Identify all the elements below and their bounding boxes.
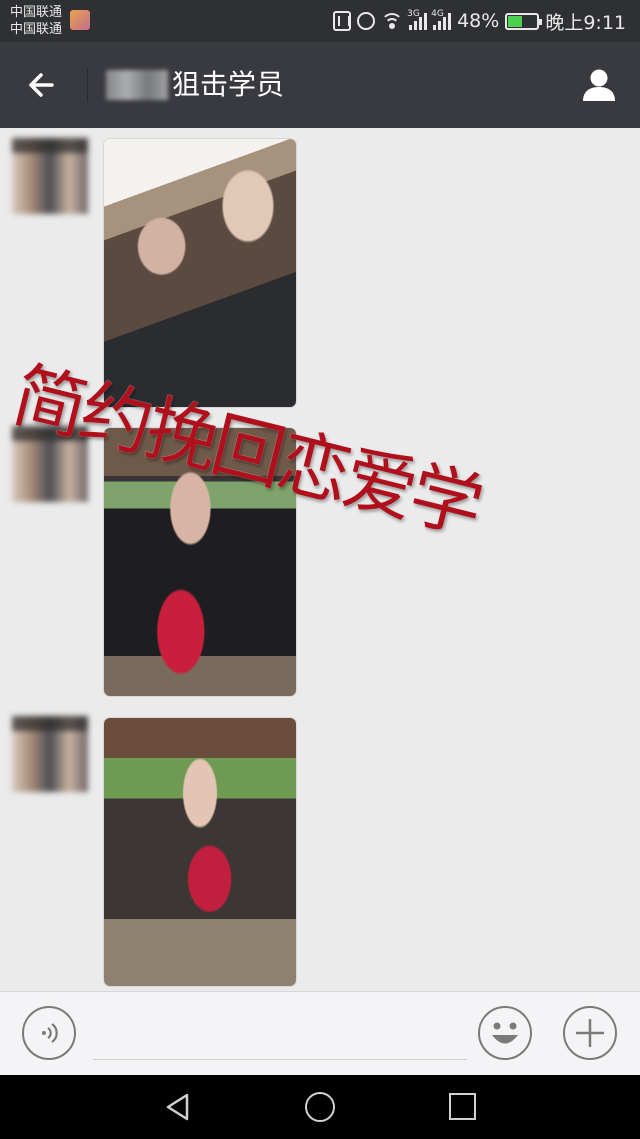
network-type-label: 3G (407, 9, 420, 19)
nav-home-icon[interactable] (305, 1092, 335, 1122)
status-icons: 3G 4G 48% 晚上9:11 (333, 8, 626, 34)
app-notification-icon (70, 10, 90, 30)
carrier-info: 中国联通 中国联通 (10, 4, 62, 38)
status-bar: 中国联通 中国联通 3G 4G 48% 晚上9:11 (0, 0, 640, 42)
header-divider (87, 68, 88, 102)
clock: 晚上9:11 (545, 11, 626, 34)
carrier-label: 中国联通 (10, 5, 63, 20)
carrier-label: 中国联通 (10, 22, 63, 37)
person-icon[interactable] (580, 66, 618, 104)
battery-icon (505, 12, 543, 30)
avatar[interactable] (12, 716, 88, 792)
blurred-name-mask (106, 70, 168, 100)
message-input[interactable] (93, 1059, 467, 1060)
battery-fill (508, 15, 522, 27)
signal-3g-icon: 3G (407, 9, 428, 30)
arrow-left-icon[interactable] (22, 64, 64, 106)
network-type-label: 4G (431, 9, 444, 19)
chat-title: 狙击学员 (172, 68, 285, 101)
battery-percent: 48% (457, 10, 500, 32)
chat-header: 狙击学员 (0, 42, 640, 128)
voice-button[interactable] (22, 1006, 76, 1060)
more-button[interactable] (563, 1006, 617, 1060)
nfc-icon (333, 11, 352, 31)
emoji-button[interactable] (478, 1006, 532, 1060)
nav-back-icon[interactable] (163, 1092, 193, 1122)
voice-icon (42, 1023, 58, 1043)
plus-icon (576, 1019, 604, 1047)
nav-recent-apps-icon[interactable] (449, 1093, 476, 1120)
smile-icon (492, 1022, 518, 1044)
alarm-icon (357, 12, 376, 30)
signal-4g-icon: 4G (431, 9, 452, 30)
avatar[interactable] (12, 138, 88, 214)
wifi-icon (381, 13, 404, 29)
system-nav-bar (0, 1075, 640, 1139)
image-message[interactable] (104, 718, 296, 986)
input-bar (0, 991, 640, 1075)
